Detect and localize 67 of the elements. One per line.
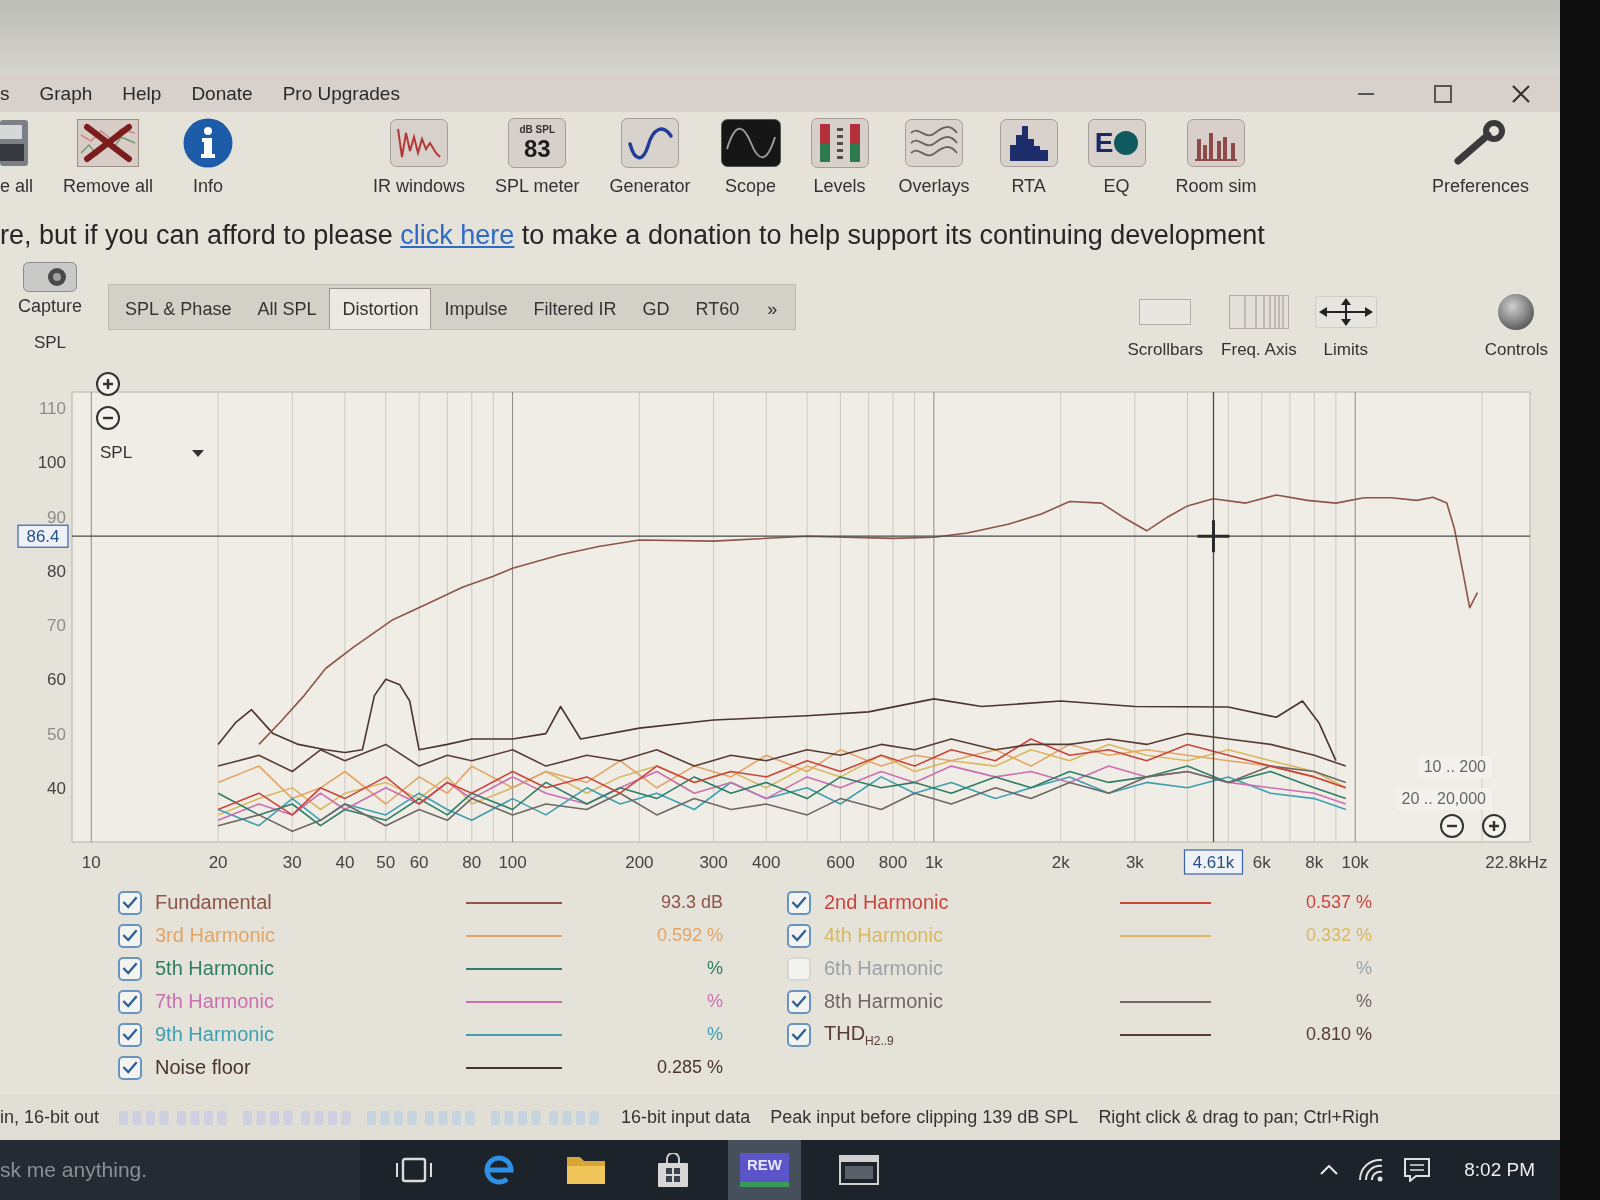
x-tick-label: 10 xyxy=(81,853,101,872)
cursor-value-label: 4.61k xyxy=(1183,849,1244,875)
status-text: Peak input before clipping 139 dB SPL xyxy=(770,1107,1079,1128)
meter-unit-label: dB SPL xyxy=(519,125,556,135)
legend-label: Fundamental xyxy=(155,891,272,914)
y-tick-label: 80 xyxy=(47,561,66,581)
y-tick-label: 110 xyxy=(38,399,66,419)
y-tick-label: 70 xyxy=(47,616,66,636)
x-tick-label: 200 xyxy=(625,853,654,872)
x-tick-label: 80 xyxy=(462,853,482,872)
range-label: 10 .. 200 xyxy=(1417,756,1492,778)
legend-reading: 0.332 % xyxy=(1305,925,1372,946)
y-tick-label: 100 xyxy=(37,453,66,473)
legend-label: 3rd Harmonic xyxy=(155,924,276,947)
y-tick-label: 50 xyxy=(47,724,66,744)
legend-reading: 93.3 dB xyxy=(660,892,723,913)
legend-label: 5th Harmonic xyxy=(155,957,274,980)
legend-reading: 0.285 % xyxy=(656,1057,723,1078)
x-tick-label: 20 xyxy=(208,853,228,872)
legend-reading: % xyxy=(707,991,723,1012)
legend-reading: % xyxy=(1356,991,1372,1012)
x-tick-label: 3k xyxy=(1125,853,1144,872)
x-tick-label: 22.8k xyxy=(1485,853,1527,872)
x-tick-label: 40 xyxy=(335,853,355,872)
cursor-value-label: 86.4 xyxy=(17,524,69,548)
x-tick-label: 600 xyxy=(826,853,855,872)
status-text: in, 16-bit out xyxy=(0,1107,100,1128)
status-text: 16-bit input data xyxy=(621,1107,751,1128)
axis-unit-label: Hz xyxy=(1526,853,1548,872)
legend-reading: % xyxy=(707,1024,723,1045)
axis-title: SPL xyxy=(33,333,67,353)
clock-time: 8:02 PM xyxy=(1464,1159,1535,1181)
ref-line-label: 4.61k xyxy=(1192,853,1235,872)
x-tick-label: 10k xyxy=(1341,853,1369,872)
y-tick-label: 60 xyxy=(47,670,66,690)
legend-label: 7th Harmonic xyxy=(155,990,274,1013)
legend-reading: 0.537 % xyxy=(1305,892,1372,913)
x-tick-label: 1k xyxy=(924,853,943,872)
x-tick-label: 50 xyxy=(376,853,396,872)
legend-label: THD$_{H2..9}$ xyxy=(824,1021,894,1048)
legend-reading: 0.810 % xyxy=(1305,1024,1372,1045)
legend-label: 9th Harmonic xyxy=(155,1023,274,1046)
y-tick-label: 90 xyxy=(47,507,66,527)
x-tick-label: 2k xyxy=(1051,853,1070,872)
legend-reading: % xyxy=(1356,958,1372,979)
ref-line-label: 86.4 xyxy=(26,527,60,547)
x-tick-label: 400 xyxy=(752,853,781,872)
x-tick-label: 30 xyxy=(282,853,302,872)
x-tick-label: 8k xyxy=(1305,853,1324,872)
x-tick-label: 100 xyxy=(498,853,527,872)
x-tick-label: 6k xyxy=(1252,853,1271,872)
legend-label: 2nd Harmonic xyxy=(824,891,949,914)
y-tick-label: 40 xyxy=(47,778,66,798)
x-tick-label: 800 xyxy=(878,853,908,872)
logo-letter: E xyxy=(1094,129,1114,157)
legend-reading: 0.592 % xyxy=(656,925,723,946)
legend-label: Noise floor xyxy=(155,1056,251,1079)
x-tick-label: 300 xyxy=(699,853,728,872)
status-text: Right click & drag to pan; Ctrl+Righ xyxy=(1098,1107,1379,1128)
legend-reading: % xyxy=(707,958,723,979)
meter-reading: 83 xyxy=(523,137,551,161)
legend-label: 8th Harmonic xyxy=(824,990,943,1013)
legend-label: 6th Harmonic xyxy=(824,957,943,980)
donation-message: re, but if you can afford to please click here to make a donation to help support its continuing development xyxy=(0,219,1266,252)
range-label: 20 .. 20,000 xyxy=(1395,788,1492,810)
legend-label: 4th Harmonic xyxy=(824,924,943,947)
x-tick-label: 60 xyxy=(409,853,429,872)
